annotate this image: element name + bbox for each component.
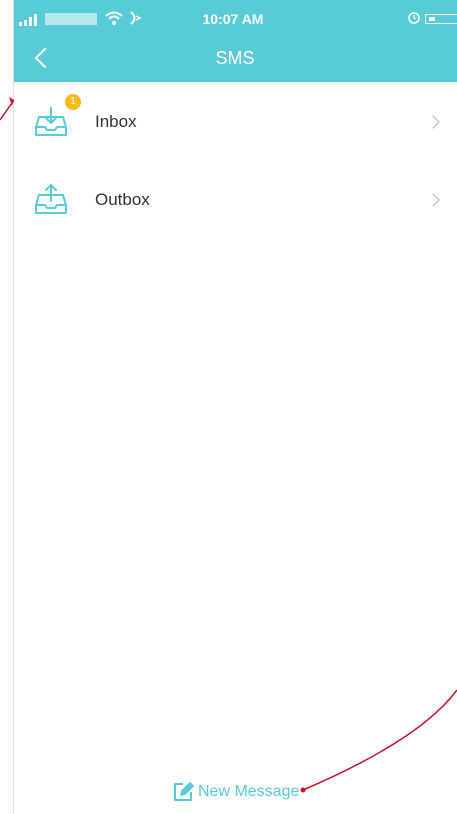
outbox-label: Outbox: [95, 190, 150, 209]
inbox-label: Inbox: [95, 112, 137, 131]
carrier-name-redacted: [45, 13, 97, 25]
signal-icon: [19, 14, 37, 26]
chevron-right-icon: [432, 115, 440, 129]
outbox-upload-icon: [35, 184, 67, 214]
inbox-download-icon: [35, 107, 67, 136]
nav-bar: SMS: [13, 34, 457, 82]
list-item-inbox[interactable]: 1 Inbox: [13, 82, 457, 160]
activity-icon: [130, 11, 142, 25]
chevron-right-icon: [432, 193, 440, 207]
status-time: 10:07 AM: [202, 11, 264, 27]
header: 10:07 AM SMS: [13, 0, 457, 82]
left-edge: [0, 0, 14, 814]
battery-icon: [425, 14, 457, 24]
wifi-icon: [105, 11, 123, 25]
list-item-outbox[interactable]: Outbox: [13, 160, 457, 238]
chevron-left-icon: [35, 48, 46, 68]
page-title: SMS: [215, 48, 255, 68]
unread-badge: 1: [65, 94, 81, 110]
new-message-label: New Message: [198, 783, 300, 800]
alarm-icon: [408, 12, 420, 24]
sms-folder-list: 1 Inbox Outbox: [13, 82, 457, 238]
sms-screen: 10:07 AM SMS 1 Inbox Outbox New Message: [0, 0, 457, 814]
status-bar: 10:07 AM: [13, 0, 457, 34]
compose-icon: [174, 782, 194, 801]
new-message-button[interactable]: New Message: [172, 779, 318, 805]
annotation-curve-new-message: [302, 689, 457, 791]
back-button[interactable]: [25, 40, 61, 76]
